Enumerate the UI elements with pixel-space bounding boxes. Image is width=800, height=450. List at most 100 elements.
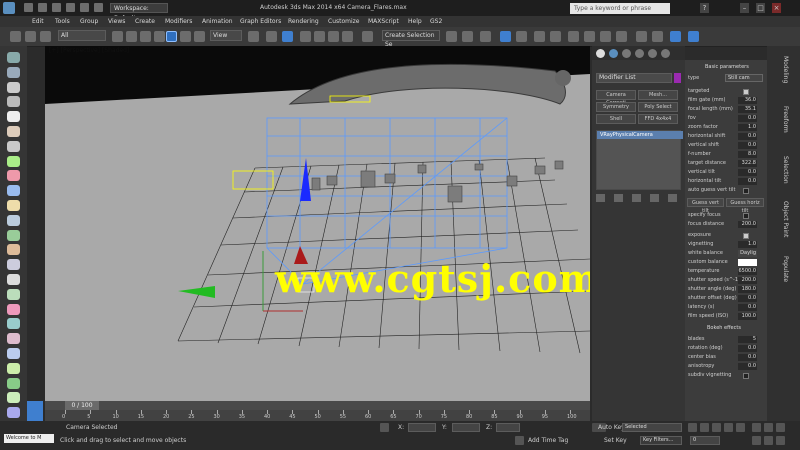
text-shape-icon[interactable] [7,259,20,271]
menu-create[interactable]: Create [135,16,155,27]
teapot-icon[interactable] [7,140,20,152]
maxscript-listener-input[interactable]: Welcome to M [4,434,54,443]
menu-customize[interactable]: Customize [328,16,360,27]
mini-curve-editor-icon[interactable] [27,401,43,421]
menu-animation[interactable]: Animation [202,16,233,27]
menu-tools[interactable]: Tools [55,16,70,27]
rollout-basic-parameters[interactable]: Basic parameters [705,63,749,71]
tab-modeling[interactable]: Modeling [777,56,789,83]
box-icon[interactable] [7,126,20,137]
percent-snap-icon[interactable] [328,31,339,42]
terrain-icon[interactable] [7,392,20,404]
circle-shape-icon[interactable] [7,288,20,300]
param-value[interactable]: 0.0 [738,142,757,149]
plane-icon[interactable] [7,185,20,197]
foliage-icon[interactable] [7,377,20,389]
camera-type-dropdown[interactable]: Still cam [725,74,763,82]
add-time-tag-button[interactable]: Add Time Tag [528,437,568,444]
project-folder-icon[interactable] [94,3,103,12]
system-icon[interactable] [7,333,20,345]
zoom-extents-icon[interactable] [752,436,761,445]
selection-filter-dropdown[interactable]: All [58,30,106,41]
menu-graph-editors[interactable]: Graph Editors [240,16,281,27]
keyboard-shortcut-override-icon[interactable] [282,31,293,42]
tab-freeform[interactable]: Freeform [777,106,789,133]
field-of-view-icon[interactable] [764,436,773,445]
modifier-button-ffd[interactable]: FFD 4x4x4 [638,114,678,124]
maximize-viewport-icon[interactable] [776,436,785,445]
guess-horiz-tilt-button[interactable]: Guess horiz tilt [726,198,764,214]
maximize-button[interactable]: □ [756,3,765,13]
auto-key-button[interactable]: Auto Key [598,424,625,431]
helper-icon[interactable] [7,303,20,315]
param-value[interactable]: 180.0 [738,286,757,293]
pivot-center-icon[interactable] [248,31,259,42]
minimize-button[interactable]: – [740,3,749,13]
specify-focus-checkbox[interactable] [743,213,749,219]
render-production-icon[interactable] [616,31,627,42]
named-selection-set-dropdown[interactable]: Create Selection Se [382,30,440,48]
param-value[interactable]: 200.0 [738,277,757,284]
close-button[interactable]: × [772,3,781,13]
vray-toolbar-icon[interactable] [652,31,663,42]
toggle-layer-explorer-icon[interactable] [500,31,511,42]
play-icon[interactable] [712,423,721,432]
color-swatch[interactable] [674,73,681,83]
configure-modifier-sets-icon[interactable] [668,194,677,202]
set-key-button[interactable]: Set Key [604,437,627,444]
toggle-ribbon-icon[interactable] [516,31,527,42]
help-button[interactable]: ? [700,3,709,13]
select-and-scale-icon[interactable] [194,31,205,42]
stack-item-vray-physical-camera[interactable]: VRayPhysicalCamera [597,131,683,139]
window-crossing-icon[interactable] [154,31,165,42]
sphere-icon[interactable] [7,111,20,123]
select-link-icon[interactable] [10,31,21,42]
tube-icon[interactable] [7,229,20,241]
tab-selection[interactable]: Selection [777,156,789,184]
spinner-snap-icon[interactable] [342,31,353,42]
current-frame-field[interactable]: 0 [690,436,720,445]
select-and-move-icon[interactable] [166,31,177,42]
param-value[interactable]: 200.0 [738,221,757,228]
viewport-label[interactable]: [+] [Perspective] [Shaded] [49,47,129,54]
pin-stack-icon[interactable] [596,194,605,202]
white-balance-dropdown[interactable]: Daylig [738,250,757,257]
motion-tab-icon[interactable] [635,49,644,58]
render-setup-icon[interactable] [584,31,595,42]
schematic-view-icon[interactable] [550,31,561,42]
time-slider[interactable]: 0 / 100 [45,401,590,410]
display-tab-icon[interactable] [648,49,657,58]
vray-settings-icon[interactable] [688,31,699,42]
param-value[interactable]: 0.0 [738,295,757,302]
pan-view-icon[interactable] [764,423,773,432]
unlink-icon[interactable] [25,31,36,42]
param-value[interactable]: 0.0 [738,354,757,361]
rectangular-selection-icon[interactable] [140,31,151,42]
param-value[interactable]: 1.0 [738,124,757,131]
rendered-frame-window-icon[interactable] [600,31,611,42]
modifier-button-camera-correction[interactable]: Camera Correcti [596,90,636,106]
material-editor-icon[interactable] [568,31,579,42]
redo-icon[interactable] [80,3,89,12]
line-shape-icon[interactable] [7,274,20,285]
param-value[interactable]: 322.8 [738,160,757,167]
x-coordinate-field[interactable] [408,423,436,432]
param-value[interactable]: 0.0 [738,133,757,140]
tab-populate[interactable]: Populate [777,256,789,282]
save-file-icon[interactable] [52,3,61,12]
scatter-icon[interactable] [7,407,20,419]
menu-views[interactable]: Views [108,16,125,27]
new-file-icon[interactable] [24,3,33,12]
tab-object-paint[interactable]: Object Paint [777,201,789,237]
param-value[interactable]: 0.0 [738,304,757,311]
reference-coordinate-dropdown[interactable]: View [210,30,242,41]
next-frame-icon[interactable] [724,423,733,432]
mirror-icon[interactable] [446,31,457,42]
param-value[interactable]: 6500.0 [738,268,757,275]
particle-icon[interactable] [7,348,20,359]
modifier-button-shell[interactable]: Shell [596,114,636,124]
param-value[interactable]: 0.0 [738,363,757,370]
angle-snap-icon[interactable] [314,31,325,42]
orbit-icon[interactable] [776,423,785,432]
show-end-result-icon[interactable] [614,194,623,202]
